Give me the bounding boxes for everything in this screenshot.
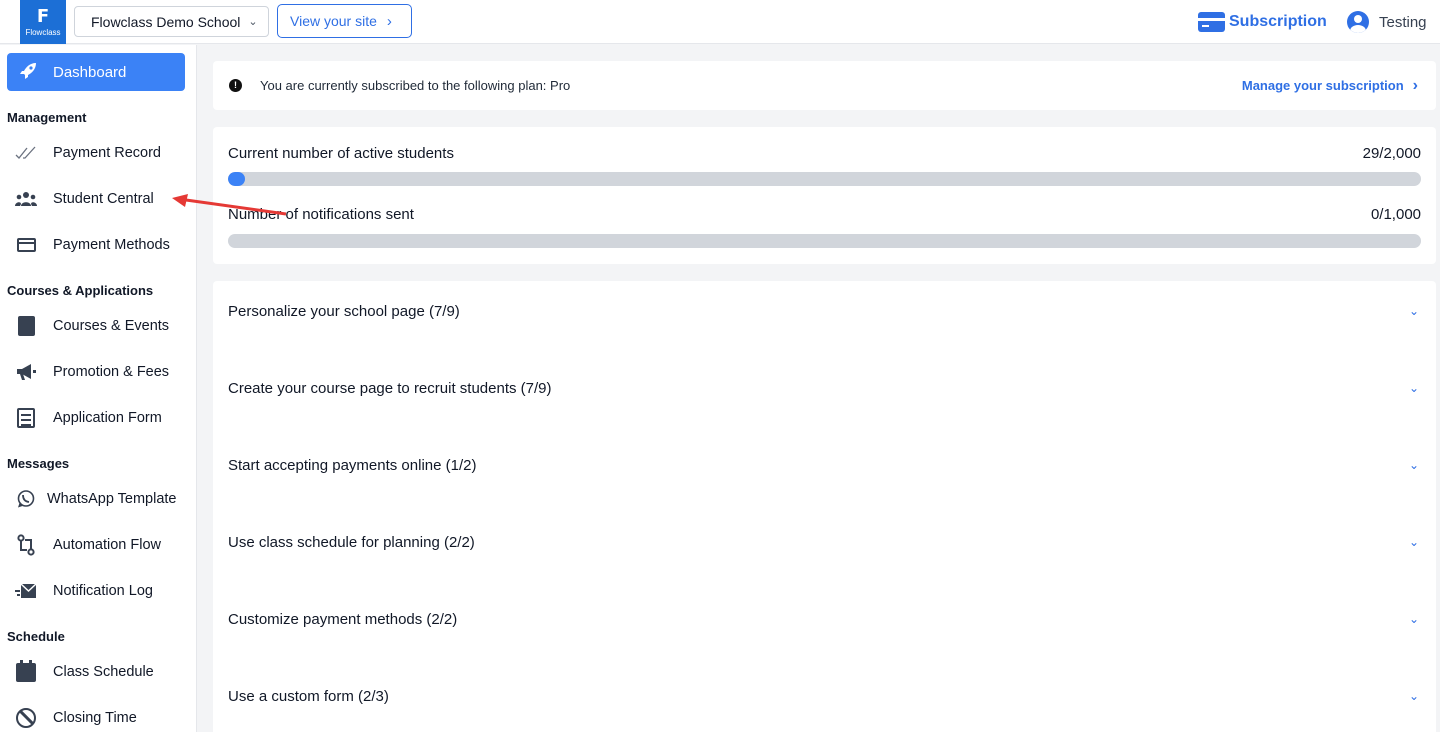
sidebar-item-label: Promotion & Fees: [53, 364, 170, 380]
checklist-item[interactable]: Customize payment methods (2/2) ⌄: [213, 589, 1436, 649]
sidebar-item-label: WhatsApp Template: [47, 491, 177, 507]
chevron-down-icon: ⌄: [1408, 535, 1419, 549]
chevron-down-icon: ⌄: [1408, 381, 1419, 395]
sidebar-item-automation-flow[interactable]: Automation Flow: [0, 527, 196, 563]
annotation-arrow-icon: [172, 194, 287, 216]
checklist-item-label: Personalize your school page (7/9): [228, 302, 460, 320]
school-name: Flowclass Demo School: [91, 13, 241, 30]
school-selector[interactable]: Flowclass Demo School ⌄: [74, 6, 269, 37]
sidebar-item-label: Closing Time: [53, 710, 137, 726]
section-management: Management: [7, 110, 87, 125]
sidebar-item-courses-events[interactable]: Courses & Events: [0, 308, 196, 344]
calendar-icon: [15, 659, 37, 683]
sidebar-item-payment-record[interactable]: Payment Record: [0, 135, 196, 171]
chevron-down-icon: ⌄: [1408, 304, 1419, 318]
sidebar-item-label: Courses & Events: [53, 318, 170, 334]
active-students-progress-bar: [228, 172, 1421, 186]
mail-send-icon: [15, 580, 37, 602]
checklist-item[interactable]: Use a custom form (2/3) ⌄: [213, 666, 1436, 726]
sidebar-item-label: Class Schedule: [53, 664, 154, 680]
checklist-item[interactable]: Use class schedule for planning (2/2) ⌄: [213, 512, 1436, 572]
sidebar-item-label: Dashboard: [53, 63, 127, 81]
setup-checklist: Personalize your school page (7/9) ⌄ Cre…: [213, 281, 1436, 732]
sidebar-item-student-central[interactable]: Student Central: [0, 181, 196, 217]
checklist-item-label: Create your course page to recruit stude…: [228, 379, 552, 397]
chevron-down-icon: ⌄: [1408, 689, 1419, 703]
sidebar-item-label: Application Form: [53, 410, 162, 426]
credit-card-icon: [1198, 12, 1225, 32]
section-schedule: Schedule: [7, 629, 65, 644]
user-name: Testing: [1379, 13, 1427, 31]
rocket-icon: [18, 61, 38, 81]
active-students-label: Current number of active students: [228, 145, 454, 162]
flowclass-logo[interactable]: F Flowclass: [20, 0, 66, 44]
user-avatar-icon: [1347, 11, 1369, 33]
sidebar-item-class-schedule[interactable]: Class Schedule: [0, 654, 196, 690]
sidebar-item-promotion-fees[interactable]: Promotion & Fees: [0, 354, 196, 390]
subscription-banner: ! You are currently subscribed to the fo…: [213, 61, 1436, 110]
notifications-progress-bar: [228, 234, 1421, 248]
sidebar-item-label: Automation Flow: [53, 537, 161, 553]
subscription-button[interactable]: Subscription: [1198, 9, 1327, 35]
chevron-right-icon: ›: [1412, 76, 1418, 94]
section-messages: Messages: [7, 456, 70, 471]
sidebar-item-label: Payment Record: [53, 145, 161, 161]
flow-icon: [15, 534, 37, 556]
sidebar-item-label: Student Central: [53, 191, 154, 207]
sidebar-item-label: Payment Methods: [53, 237, 170, 253]
sidebar-item-payment-methods[interactable]: Payment Methods: [0, 227, 196, 263]
top-bar: F Flowclass Flowclass Demo School ⌄ View…: [0, 0, 1440, 44]
user-menu[interactable]: Testing: [1347, 9, 1427, 35]
double-check-icon: [15, 142, 37, 164]
logo-text: Flowclass: [25, 27, 61, 37]
view-site-button[interactable]: View your site ›: [277, 4, 412, 38]
info-icon: !: [229, 79, 242, 92]
sidebar: Dashboard Management Payment Record Stud…: [0, 45, 197, 732]
active-students-value: 29/2,000: [1362, 145, 1421, 162]
checklist-item[interactable]: Personalize your school page (7/9) ⌄: [213, 281, 1436, 341]
sidebar-item-label: Notification Log: [53, 583, 153, 599]
chevron-down-icon: ⌄: [1408, 458, 1419, 472]
checklist-item-label: Start accepting payments online (1/2): [228, 456, 477, 474]
whatsapp-icon: [15, 488, 37, 510]
checklist-item-label: Use class schedule for planning (2/2): [228, 533, 475, 551]
banner-text: You are currently subscribed to the foll…: [260, 78, 571, 93]
chevron-down-icon: ⌄: [1408, 612, 1419, 626]
manage-subscription-label: Manage your subscription: [1241, 78, 1404, 93]
checklist-item-label: Customize payment methods (2/2): [228, 610, 458, 628]
notifications-sent-value: 0/1,000: [1370, 206, 1421, 223]
section-courses-applications: Courses & Applications: [7, 283, 154, 298]
view-site-label: View your site: [290, 13, 377, 29]
checklist-item[interactable]: Create your course page to recruit stude…: [213, 358, 1436, 418]
logo-mark-icon: F: [36, 5, 50, 27]
sidebar-item-whatsapp-template[interactable]: WhatsApp Template: [0, 481, 196, 517]
sidebar-item-notification-log[interactable]: Notification Log: [0, 573, 196, 609]
ban-icon: [15, 707, 37, 729]
sidebar-item-closing-time[interactable]: Closing Time: [0, 700, 196, 732]
users-icon: [15, 188, 37, 210]
chevron-right-icon: ›: [386, 12, 392, 30]
manage-subscription-link[interactable]: Manage your subscription ›: [1242, 77, 1418, 95]
usage-card: Current number of active students 29/2,0…: [213, 127, 1436, 264]
form-icon: [15, 407, 37, 429]
credit-card-icon: [15, 234, 37, 256]
sidebar-item-dashboard[interactable]: Dashboard: [7, 53, 185, 91]
subscription-label: Subscription: [1229, 13, 1327, 30]
chevron-down-icon: ⌄: [248, 16, 258, 28]
megaphone-icon: [15, 361, 37, 383]
sidebar-item-application-form[interactable]: Application Form: [0, 400, 196, 436]
active-students-progress-fill: [228, 172, 246, 186]
book-icon: [15, 315, 37, 337]
checklist-item[interactable]: Start accepting payments online (1/2) ⌄: [213, 435, 1436, 495]
checklist-item-label: Use a custom form (2/3): [228, 687, 389, 705]
